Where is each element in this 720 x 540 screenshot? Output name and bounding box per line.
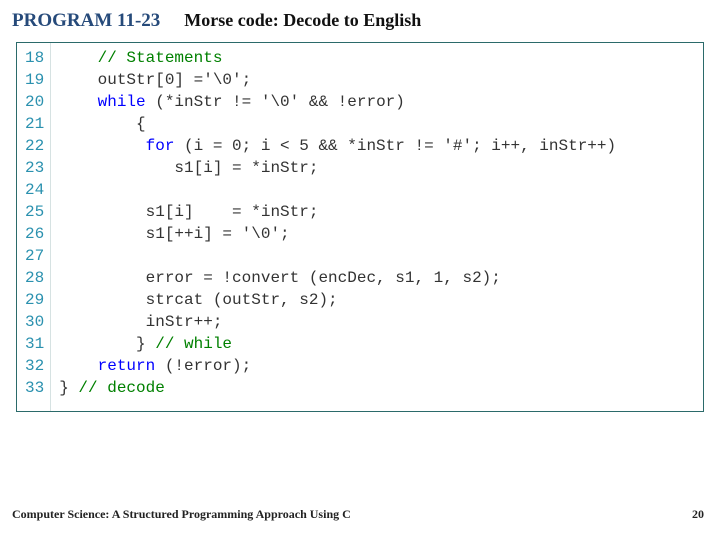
line-number: 24	[25, 179, 44, 201]
line-number: 19	[25, 69, 44, 91]
code-line: outStr[0] ='\0';	[59, 69, 616, 91]
slide-header: PROGRAM 11-23 Morse code: Decode to Engl…	[0, 0, 720, 38]
line-number: 25	[25, 201, 44, 223]
code-line: // Statements	[59, 47, 616, 69]
line-number: 29	[25, 289, 44, 311]
code-line	[59, 179, 616, 201]
line-number: 18	[25, 47, 44, 69]
code-line: s1[++i] = '\0';	[59, 223, 616, 245]
code-line: while (*inStr != '\0' && !error)	[59, 91, 616, 113]
footer-text: Computer Science: A Structured Programmi…	[12, 507, 351, 522]
code-line: } // while	[59, 333, 616, 355]
line-number: 28	[25, 267, 44, 289]
page-number: 20	[692, 507, 704, 522]
line-number: 27	[25, 245, 44, 267]
line-number: 22	[25, 135, 44, 157]
line-number: 31	[25, 333, 44, 355]
code-line: for (i = 0; i < 5 && *inStr != '#'; i++,…	[59, 135, 616, 157]
code-body: // Statements outStr[0] ='\0'; while (*i…	[51, 43, 624, 411]
line-number-gutter: 18192021222324252627282930313233	[17, 43, 51, 411]
code-line	[59, 245, 616, 267]
line-number: 26	[25, 223, 44, 245]
code-listing-frame: 18192021222324252627282930313233 // Stat…	[16, 42, 704, 412]
line-number: 23	[25, 157, 44, 179]
code-line: strcat (outStr, s2);	[59, 289, 616, 311]
code-line: {	[59, 113, 616, 135]
code-line: return (!error);	[59, 355, 616, 377]
line-number: 32	[25, 355, 44, 377]
code-line: s1[i] = *inStr;	[59, 157, 616, 179]
code-line: s1[i] = *inStr;	[59, 201, 616, 223]
slide-title: Morse code: Decode to English	[184, 10, 421, 31]
line-number: 33	[25, 377, 44, 399]
line-number: 20	[25, 91, 44, 113]
code-line: } // decode	[59, 377, 616, 399]
code-line: inStr++;	[59, 311, 616, 333]
line-number: 21	[25, 113, 44, 135]
program-label: PROGRAM 11-23	[12, 10, 160, 32]
code-line: error = !convert (encDec, s1, 1, s2);	[59, 267, 616, 289]
line-number: 30	[25, 311, 44, 333]
